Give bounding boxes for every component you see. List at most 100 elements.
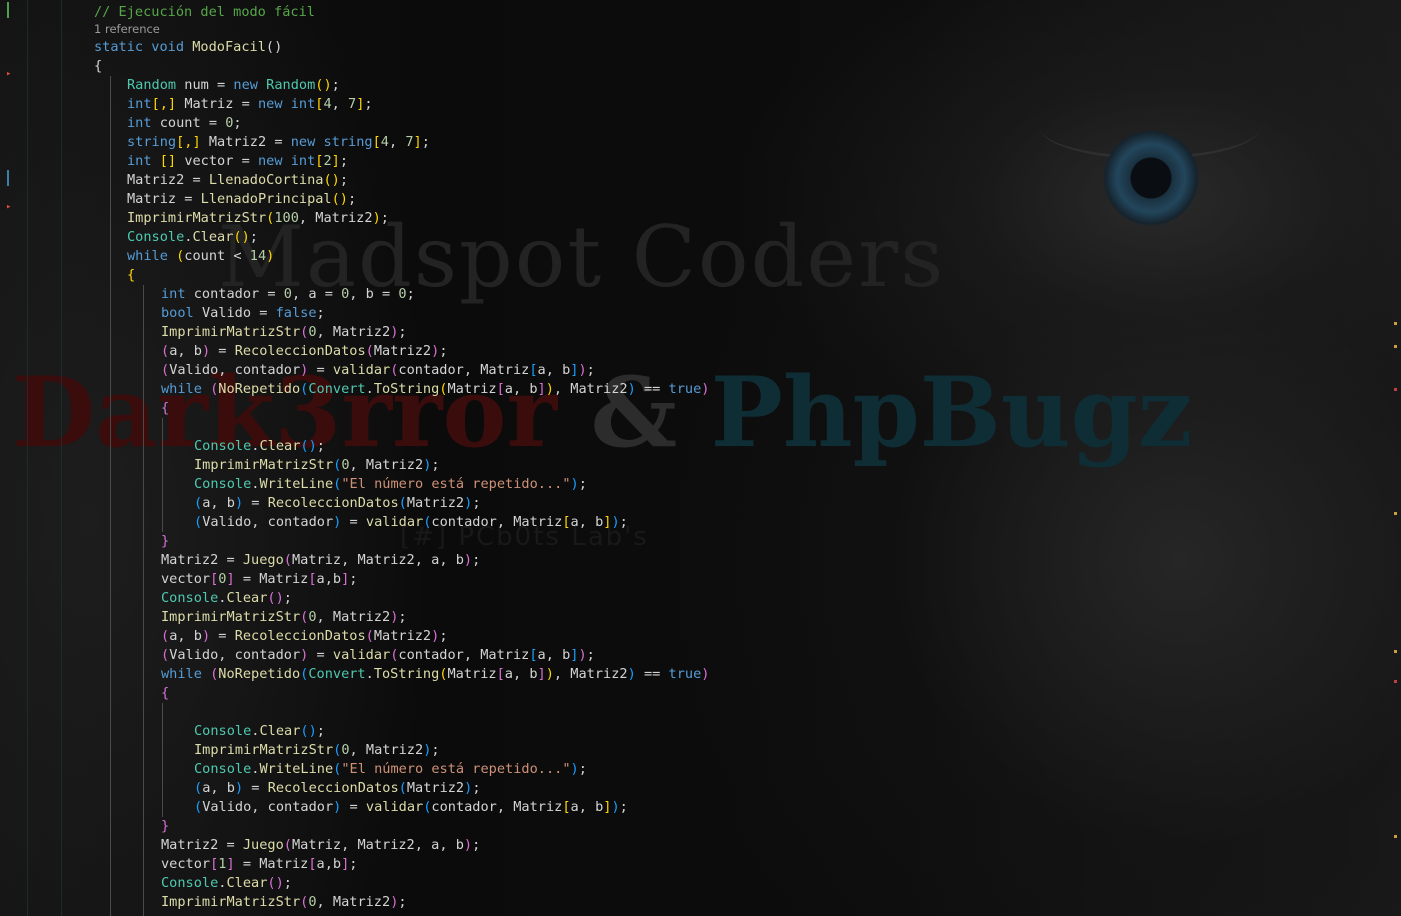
code-line[interactable]: { <box>161 399 169 418</box>
code-line[interactable]: string[,] Matriz2 = new string[4, 7]; <box>127 133 430 152</box>
code-token: ) <box>611 514 620 530</box>
code-line[interactable]: (a, b) = RecoleccionDatos(Matriz2); <box>161 627 448 646</box>
code-token: Matriz <box>447 666 497 682</box>
code-token: ( <box>283 552 292 568</box>
code-token: string <box>323 134 373 150</box>
scroll-marker <box>1394 680 1397 683</box>
code-token: Matriz <box>184 96 234 112</box>
code-line[interactable]: Console.Clear(); <box>194 437 325 456</box>
code-line[interactable]: Matriz = LlenadoPrincipal(); <box>127 190 356 209</box>
code-token: Valido <box>169 647 219 663</box>
code-line[interactable]: static void ModoFacil() <box>94 38 282 57</box>
code-token: , <box>496 514 514 530</box>
code-line[interactable]: Console.Clear(); <box>161 874 292 893</box>
code-token: = <box>266 134 291 150</box>
code-token: Matriz2 <box>365 742 424 758</box>
code-token: [ <box>562 799 571 815</box>
code-line[interactable]: while (NoRepetido(Convert.ToString(Matri… <box>161 380 709 399</box>
code-token: Clear <box>259 438 301 454</box>
code-token: = <box>243 495 268 511</box>
code-token: RecoleccionDatos <box>234 628 366 644</box>
code-token: = <box>373 286 399 302</box>
code-line[interactable]: int [] vector = new int[2]; <box>127 152 348 171</box>
code-line[interactable]: { <box>161 684 169 703</box>
code-token: ; <box>283 875 292 891</box>
code-line[interactable]: { <box>127 266 135 285</box>
code-line[interactable]: } <box>161 532 169 551</box>
code-line[interactable]: Random num = new Random(); <box>127 76 340 95</box>
code-token: 100 <box>274 210 299 226</box>
code-token: ; <box>431 742 440 758</box>
indent-guide <box>110 76 111 916</box>
change-indicator <box>7 2 9 18</box>
code-token: ( <box>365 343 374 359</box>
code-token: ( <box>194 495 203 511</box>
code-line[interactable]: Console.WriteLine("El número está repeti… <box>194 760 587 779</box>
code-line[interactable]: (a, b) = RecoleccionDatos(Matriz2); <box>194 494 481 513</box>
code-line[interactable]: ImprimirMatrizStr(0, Matriz2); <box>194 456 440 475</box>
code-token: Matriz2 <box>365 457 424 473</box>
code-token: ; <box>364 96 373 112</box>
code-token: , <box>324 856 333 872</box>
code-line[interactable]: Console.Clear(); <box>194 722 325 741</box>
code-line[interactable]: Matriz2 = LlenadoCortina(); <box>127 171 348 190</box>
code-line[interactable]: ImprimirMatrizStr(0, Matriz2); <box>161 323 407 342</box>
code-token: , <box>388 134 406 150</box>
code-token: a <box>316 856 325 872</box>
code-token: ( <box>161 343 170 359</box>
code-token: , <box>316 609 333 625</box>
scroll-marker <box>1394 835 1397 838</box>
code-line[interactable]: vector[0] = Matriz[a,b]; <box>161 570 357 589</box>
code-line[interactable]: (Valido, contador) = validar(contador, M… <box>194 513 628 532</box>
code-line[interactable]: ImprimirMatrizStr(100, Matriz2); <box>127 209 389 228</box>
code-token: b <box>193 343 202 359</box>
code-token: = <box>341 514 366 530</box>
code-line[interactable]: Console.WriteLine("El número está repeti… <box>194 475 587 494</box>
code-line[interactable]: int count = 0; <box>127 114 242 133</box>
code-line[interactable]: Console.Clear(); <box>127 228 258 247</box>
code-line[interactable]: int[,] Matriz = new int[4, 7]; <box>127 95 373 114</box>
code-line[interactable]: (Valido, contador) = validar(contador, M… <box>194 798 628 817</box>
code-token: = <box>341 799 366 815</box>
code-token: [ <box>529 647 538 663</box>
code-token: Matriz2 <box>373 343 432 359</box>
code-token: count <box>184 248 226 264</box>
code-token: Matriz <box>291 552 342 568</box>
code-line[interactable]: while (NoRepetido(Convert.ToString(Matri… <box>161 665 709 684</box>
code-line[interactable]: Console.Clear(); <box>161 589 292 608</box>
code-token: , <box>349 286 366 302</box>
code-token: ] <box>413 134 422 150</box>
code-line[interactable]: ImprimirMatrizStr(0, Matriz2); <box>161 893 407 912</box>
codelens-reference-link[interactable]: 1 reference <box>94 22 160 36</box>
code-line[interactable]: 1 reference <box>94 20 160 39</box>
code-line[interactable]: bool Valido = false; <box>161 304 325 323</box>
breakpoint-marker-icon[interactable]: ▸ <box>6 70 11 79</box>
code-line[interactable]: int contador = 0, a = 0, b = 0; <box>161 285 415 304</box>
code-line[interactable]: vector[1] = Matriz[a,b]; <box>161 855 357 874</box>
code-token: b <box>332 856 342 872</box>
code-token: ; <box>398 324 407 340</box>
code-token: Matriz2 <box>161 552 219 568</box>
code-token: b <box>455 837 464 853</box>
code-line[interactable]: (a, b) = RecoleccionDatos(Matriz2); <box>161 342 448 361</box>
code-line[interactable]: } <box>161 817 169 836</box>
code-line[interactable]: ImprimirMatrizStr(0, Matriz2); <box>194 741 440 760</box>
breakpoint-marker-icon[interactable]: ▸ <box>6 203 11 212</box>
code-line[interactable]: while (count < 14) <box>127 247 274 266</box>
code-line[interactable]: (Valido, contador) = validar(contador, M… <box>161 646 595 665</box>
code-token: contador <box>193 286 260 302</box>
code-line[interactable]: (a, b) = RecoleccionDatos(Matriz2); <box>194 779 481 798</box>
code-line[interactable]: Matriz2 = Juego(Matriz, Matriz2, a, b); <box>161 836 480 855</box>
code-token: ( <box>161 647 170 663</box>
code-token: () <box>265 39 283 55</box>
code-token: Matriz2 <box>570 381 628 397</box>
code-token: ) <box>627 381 636 397</box>
code-token: [ <box>496 666 505 682</box>
code-token: validar <box>365 514 424 530</box>
code-token: Matriz2 <box>315 210 373 226</box>
indent-guide <box>143 285 144 916</box>
code-line[interactable]: (Valido, contador) = validar(contador, M… <box>161 361 595 380</box>
code-line[interactable]: ImprimirMatrizStr(0, Matriz2); <box>161 608 407 627</box>
code-line[interactable]: { <box>94 57 102 76</box>
code-line[interactable]: Matriz2 = Juego(Matriz, Matriz2, a, b); <box>161 551 480 570</box>
